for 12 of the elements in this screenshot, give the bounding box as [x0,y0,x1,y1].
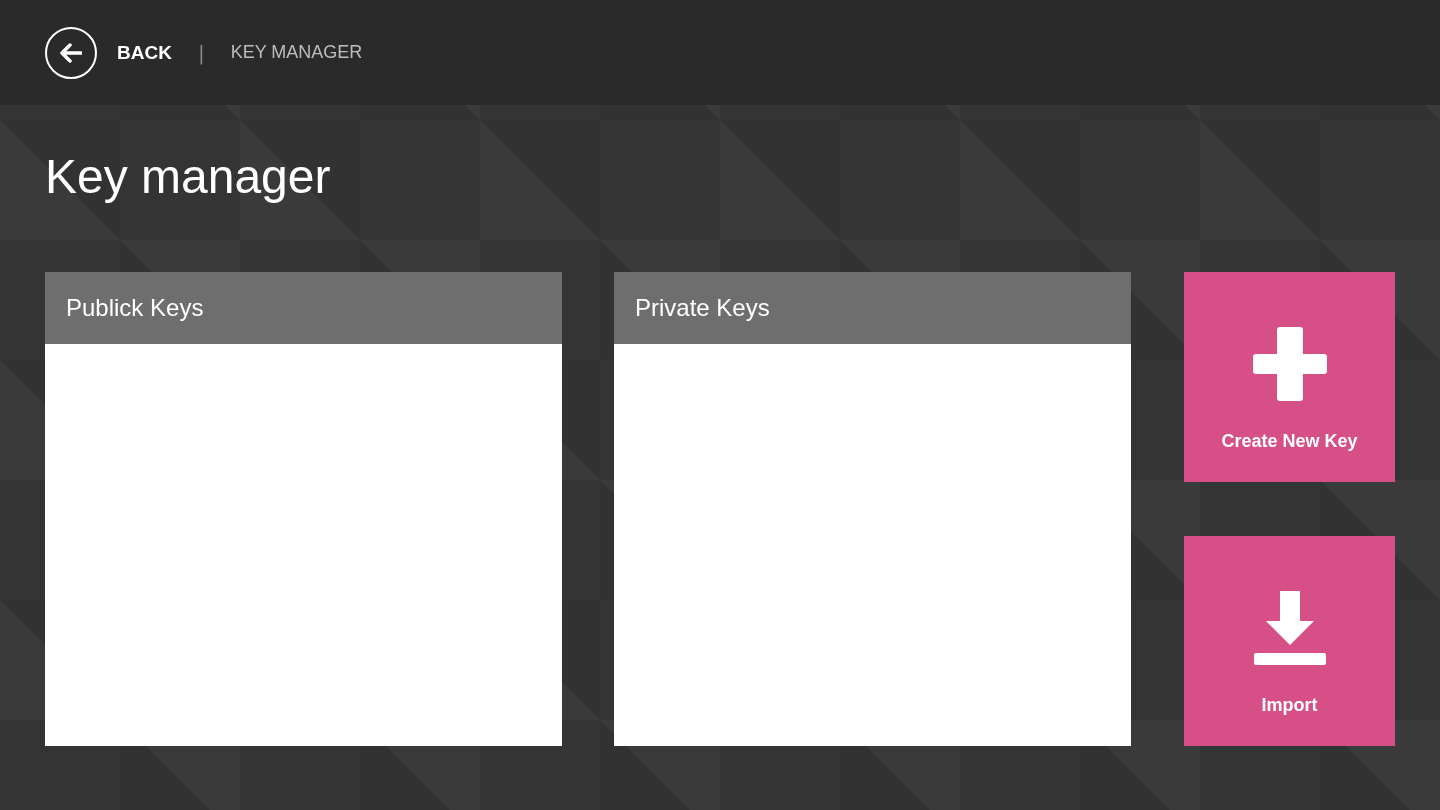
page-title: Key manager [45,149,332,205]
back-label[interactable]: BACK [117,41,172,64]
action-tile[interactable]: Create New Key [1184,272,1395,482]
back-button[interactable] [45,26,97,79]
action-tile[interactable]: Import [1184,536,1395,746]
plus-icon [1252,327,1327,401]
back-arrow-icon [60,42,82,63]
breadcrumb: KEY MANAGER [230,42,363,63]
breadcrumb-separator: | [197,40,205,65]
panel-title: Private Keys [614,272,1131,344]
download-icon [1253,591,1326,665]
panel-title: Publick Keys [45,272,562,344]
